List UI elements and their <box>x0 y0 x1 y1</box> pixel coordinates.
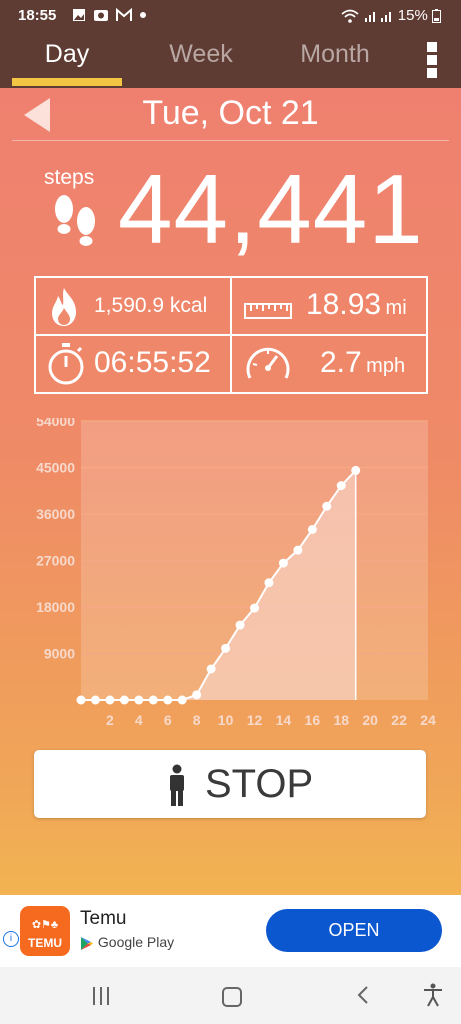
distance-unit: mi <box>385 297 407 319</box>
accessibility-icon[interactable] <box>423 983 443 1007</box>
ad-store: Google Play <box>80 934 174 951</box>
signal-icon <box>364 12 391 23</box>
chart-point <box>235 620 245 630</box>
gmail-icon <box>115 8 132 22</box>
image-icon <box>73 9 85 22</box>
date-row: Tue, Oct 21 <box>0 88 461 144</box>
stopwatch-icon <box>48 343 84 385</box>
status-right: 15% <box>341 7 441 24</box>
x-tick-label: 16 <box>305 712 321 728</box>
steps-label: steps <box>44 166 95 189</box>
temu-figures-icon: ✿⚑♣ <box>31 919 59 931</box>
x-tick-label: 10 <box>218 712 234 728</box>
chart-point <box>264 578 274 588</box>
x-tick-label: 6 <box>164 712 172 728</box>
chart-point <box>105 695 115 705</box>
y-tick-label: 54000 <box>36 418 75 429</box>
y-tick-label: 18000 <box>36 599 75 615</box>
temu-logo-text: TEMU <box>28 936 62 950</box>
chart-point <box>322 501 332 511</box>
time-value: 06:55:52 <box>94 346 211 379</box>
person-icon <box>170 764 184 806</box>
ad-app-name: Temu <box>80 908 127 929</box>
tab-bar: Day Week Month <box>0 30 461 88</box>
photo-icon <box>93 10 108 22</box>
back-icon[interactable] <box>356 985 370 1005</box>
x-tick-label: 2 <box>106 712 114 728</box>
ad-banner[interactable]: i ✿⚑♣ TEMU Temu Google Play OPEN <box>0 895 461 967</box>
time-stat: 06:55:52 <box>36 336 230 392</box>
chart-point <box>221 643 231 653</box>
chart-point <box>134 695 144 705</box>
calories-unit: kcal <box>169 294 208 317</box>
chart-point <box>192 690 202 700</box>
chart-point <box>278 558 288 568</box>
steps-count: 44,441 <box>118 154 424 264</box>
main-content: Tue, Oct 21 steps 44,441 1,590.9 kcal 18… <box>0 88 461 895</box>
distance-value: 18.93 <box>306 288 382 321</box>
speed-stat: 2.7 mph <box>232 336 426 392</box>
status-time: 18:55 <box>18 7 57 24</box>
distance-stat: 18.93 mi <box>232 278 426 334</box>
y-tick-label: 45000 <box>36 460 75 476</box>
chart-point <box>351 465 361 475</box>
speed-value: 2.7 <box>320 346 362 379</box>
calories-stat: 1,590.9 kcal <box>36 278 230 334</box>
footprints-icon <box>55 195 95 246</box>
recent-apps-icon[interactable] <box>93 987 113 1005</box>
speed-unit: mph <box>366 355 406 377</box>
status-bar: 18:55 15% <box>0 0 461 30</box>
chart-point <box>307 525 317 534</box>
chart-point <box>90 695 100 705</box>
x-tick-label: 8 <box>193 712 201 728</box>
chart-point <box>250 603 259 613</box>
chart-point <box>206 664 216 674</box>
tab-month[interactable]: Month <box>280 38 390 84</box>
active-tab-indicator <box>12 78 122 86</box>
chart-point <box>148 695 158 705</box>
chart-point <box>76 695 86 705</box>
battery-icon <box>432 9 441 24</box>
x-tick-label: 18 <box>333 712 349 728</box>
ad-open-button[interactable]: OPEN <box>266 909 442 952</box>
ad-info-icon[interactable]: i <box>3 931 19 947</box>
notification-icons <box>72 6 147 22</box>
x-tick-label: 4 <box>135 712 143 728</box>
divider <box>12 140 449 141</box>
x-tick-label: 20 <box>362 712 378 728</box>
y-tick-label: 36000 <box>36 506 75 522</box>
dot-icon <box>139 12 146 19</box>
steps-chart: 540004500036000270001800090002 4 6 8 10 12 14 1… <box>36 418 436 728</box>
google-play-icon <box>81 936 93 950</box>
tab-week[interactable]: Week <box>146 38 256 84</box>
chart-point <box>119 695 129 705</box>
date-title: Tue, Oct 21 <box>142 94 319 132</box>
home-icon[interactable] <box>222 987 242 1007</box>
stop-button[interactable]: STOP <box>34 750 426 818</box>
x-tick-label: 12 <box>247 712 263 728</box>
stats-grid: 1,590.9 kcal 18.93 mi 06:55:52 2.7 mph <box>34 276 428 394</box>
wifi-icon <box>341 9 360 23</box>
overflow-menu-icon[interactable] <box>424 40 440 80</box>
y-tick-label: 27000 <box>36 553 75 569</box>
chart-point <box>336 481 346 491</box>
ad-store-label: Google Play <box>97 934 175 950</box>
x-tick-label: 14 <box>276 712 292 728</box>
chart-point <box>177 695 187 705</box>
y-tick-label: 9000 <box>44 646 75 662</box>
x-tick-label: 24 <box>420 712 436 728</box>
chart-point <box>293 545 303 555</box>
flame-icon <box>52 288 76 326</box>
temu-logo[interactable]: ✿⚑♣ TEMU <box>20 906 70 956</box>
ruler-icon <box>244 303 292 319</box>
system-nav-bar <box>0 967 461 1024</box>
chart-point <box>163 695 173 705</box>
x-tick-label: 22 <box>391 712 407 728</box>
stop-button-label: STOP <box>205 762 314 806</box>
calories-value: 1,590.9 <box>94 294 165 317</box>
speedometer-icon <box>246 347 290 379</box>
battery-percent: 15% <box>397 7 428 24</box>
